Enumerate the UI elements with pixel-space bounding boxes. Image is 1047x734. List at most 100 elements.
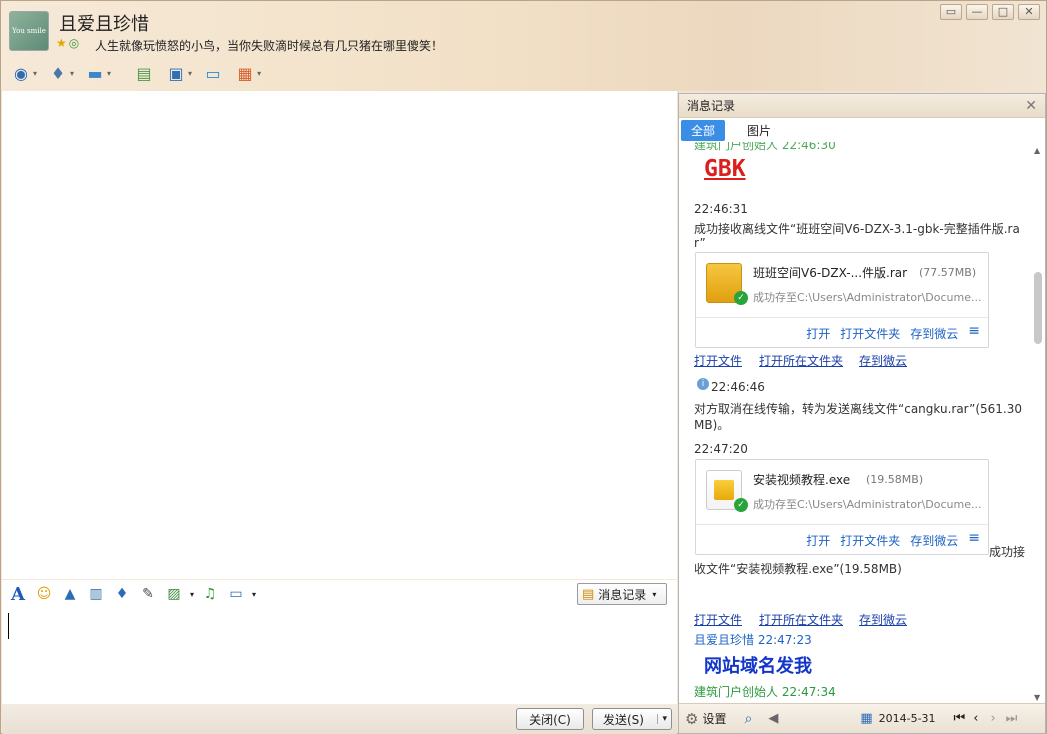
tab-images[interactable]: 图片 [737,120,781,141]
chevron-down-icon[interactable]: ▾ [252,590,256,599]
date-label[interactable]: 2014-5-31 [879,712,936,725]
file-transfer-button[interactable]: ▬ ▾ [81,61,114,85]
scroll-up-icon[interactable]: ▲ [1034,146,1040,155]
maximize-button[interactable]: □ [992,4,1014,20]
header: You smile 且爱且珍惜 ★ ◎ 人生就像玩愤怒的小鸟，当你失败滴时候总有… [1,1,1046,91]
timestamp: 22:47:20 [694,442,748,456]
open-folder-link[interactable]: 打开文件夹 [840,325,900,342]
video-call-button[interactable]: ◉ ▾ [7,61,40,85]
chevron-down-icon: ▾ [188,68,193,78]
remote-desktop-icon: ▣ [168,63,184,83]
panel-title: 消息记录 [687,99,736,113]
settings-label[interactable]: 设置 [702,710,726,727]
search-icon[interactable]: ⌕ [744,711,752,727]
system-message-cont: MB)。 [694,418,730,432]
cube-icon [714,480,734,500]
message-list[interactable]: 建筑门户创始人 22:46:30 GBK 22:46:31 成功接收离线文件“班… [679,142,1031,704]
gif-icon[interactable]: ▥ [86,584,106,604]
font-icon[interactable]: A [8,584,28,605]
star-icon[interactable]: ★ [56,36,67,50]
skin-button[interactable]: ▭ [940,4,962,20]
send-button-label: 发送(S) [603,712,644,727]
info-icon: i [697,378,709,390]
message-input[interactable] [2,608,677,704]
tab-all[interactable]: 全部 [681,119,726,141]
remote-desktop-button[interactable]: ▣ ▾ [162,61,195,85]
speaker-icon[interactable]: ◀ [768,711,778,726]
open-link[interactable]: 打开 [806,532,830,549]
chevron-down-icon: ▾ [107,68,112,78]
open-file-link[interactable]: 打开文件 [694,611,742,628]
file-size: (77.57MB) [919,266,977,279]
open-folder-link[interactable]: 打开文件夹 [840,532,900,549]
emoji-icon[interactable]: ☺ [34,584,54,604]
file-actions: 打开 打开文件夹 存到微云 ≡ [806,531,980,549]
status-icons: ★ ◎ [56,36,79,50]
timestamp: 22:46:46 [711,380,765,394]
message-gbk: GBK [704,156,746,182]
send-button[interactable]: 发送(S) ▾ [592,708,672,730]
file-card: ✓ 安装视频教程.exe (19.58MB) 成功存至C:\Users\Admi… [695,459,989,555]
close-button[interactable]: 关闭(C) [516,708,584,730]
voice-message-icon[interactable]: ♦ [112,584,132,604]
chevron-down-icon: ▾ [33,68,38,78]
file-actions: 打开 打开文件夹 存到微云 ≡ [806,324,980,342]
apps-button[interactable]: ▦ ▾ [231,61,264,85]
screen-share-button[interactable]: ▭ [199,61,227,85]
system-message: 成功接 [989,545,1026,559]
video-call-icon: ◉ [14,63,28,83]
save-weiyun-link[interactable]: 存到微云 [910,532,958,549]
open-file-link[interactable]: 打开文件 [694,352,742,369]
shake-icon[interactable]: ▲ [60,584,80,604]
close-window-button[interactable]: ✕ [1018,4,1040,20]
message-record-label: 消息记录 [598,587,647,602]
chat-bubble-icon: ▤ [136,63,152,83]
next-page-icon[interactable]: › [990,711,995,726]
toolbar: ◉ ▾ ♦ ▾ ▬ ▾ ▤ ▣ ▾ ▭ ▦ ▾ [7,61,264,85]
menu-icon[interactable]: ≡ [968,531,980,549]
handwrite-icon[interactable]: ✎ [138,584,158,604]
sender-line: 且爱且珍惜 22:47:23 [694,633,812,647]
message-text: 网站域名发我 [704,656,812,677]
open-link[interactable]: 打开 [806,325,830,342]
close-icon[interactable]: ✕ [1025,98,1037,114]
panel-footer: ⚙ 设置 ⌕ ◀ ▦ 2014-5-31 ⏮ ‹ › ⏭ [679,703,1045,733]
chevron-down-icon[interactable]: ▾ [190,590,194,599]
record-icon: ▤ [582,586,595,602]
apps-grid-icon: ▦ [237,63,253,83]
calendar-icon[interactable]: ▦ [860,711,872,726]
scrollbar[interactable]: ▲ ▼ [1031,142,1045,704]
qzone-icon[interactable]: ◎ [69,36,79,50]
sender-line: 建筑门户创始人 22:47:34 [694,685,836,699]
image-icon[interactable]: ▨ [164,584,184,604]
save-weiyun-link[interactable]: 存到微云 [859,611,907,628]
file-path: 成功存至C:\Users\Administrator\Docume... [753,498,982,511]
bottom-bar: 关闭(C) 发送(S) ▾ [2,704,677,734]
open-folder-link[interactable]: 打开所在文件夹 [759,611,843,628]
group-chat-button[interactable]: ▤ [130,61,158,85]
avatar[interactable]: You smile [9,11,49,51]
voice-call-button[interactable]: ♦ ▾ [44,61,77,85]
screenshot-icon[interactable]: ▭ [226,584,246,604]
open-folder-link[interactable]: 打开所在文件夹 [759,352,843,369]
minimize-button[interactable]: — [966,4,988,20]
check-icon: ✓ [734,498,748,512]
save-weiyun-link[interactable]: 存到微云 [910,325,958,342]
save-weiyun-link[interactable]: 存到微云 [859,352,907,369]
close-button-label: 关闭(C) [529,712,571,727]
timestamp: 22:46:31 [694,202,748,216]
scroll-thumb[interactable] [1034,272,1042,344]
first-page-icon[interactable]: ⏮ [954,711,966,726]
chevron-down-icon: ▾ [652,589,657,599]
message-record-button[interactable]: ▤ 消息记录 ▾ [577,583,667,605]
last-page-icon[interactable]: ⏭ [1006,711,1018,726]
system-message: 对方取消在线传输，转为发送离线文件“cangku.rar”(561.30 [694,402,1023,416]
music-icon[interactable]: ♫ [200,584,220,604]
send-options-chevron-icon[interactable]: ▾ [657,714,667,724]
gear-icon[interactable]: ⚙ [685,710,698,728]
chat-history-area[interactable] [2,91,677,579]
prev-page-icon[interactable]: ‹ [973,711,978,726]
menu-icon[interactable]: ≡ [968,324,980,342]
sender-line: 建筑门户创始人 22:46:30 [694,142,836,152]
scroll-down-icon[interactable]: ▼ [1034,693,1040,702]
